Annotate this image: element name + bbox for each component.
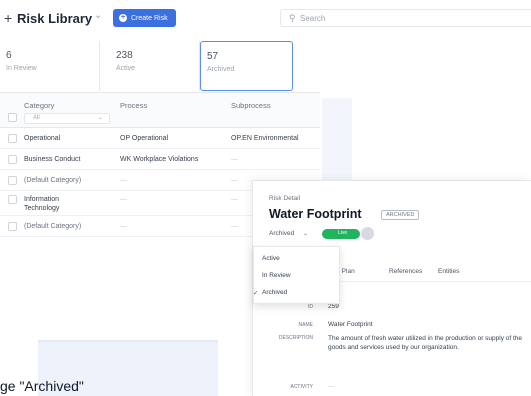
plus-circle-icon: + bbox=[119, 14, 127, 22]
menu-item-archived[interactable]: Archived bbox=[262, 289, 287, 296]
search-input[interactable]: ⚲ Search bbox=[280, 9, 531, 27]
row-checkbox[interactable] bbox=[8, 195, 17, 204]
menu-item-active[interactable]: Active bbox=[262, 255, 280, 262]
cell-subprocess: — bbox=[231, 196, 238, 203]
cell-process: WK Workplace Violations bbox=[120, 156, 199, 163]
category-filter-value: All bbox=[33, 115, 40, 121]
create-risk-button[interactable]: + Create Risk bbox=[113, 9, 176, 27]
archived-label: Archived bbox=[207, 66, 235, 73]
cell-process: — bbox=[120, 223, 127, 230]
background-stripe bbox=[322, 98, 352, 188]
risk-detail-card: Risk Detail Water Footprint ARCHIVED Arc… bbox=[252, 180, 531, 396]
table-row[interactable]: Operational OP Operational OP.EN Environ… bbox=[0, 128, 320, 149]
tab-archived[interactable]: 57 Archived bbox=[200, 41, 293, 91]
description-label: Description bbox=[278, 335, 313, 341]
cell-process: OP Operational bbox=[120, 135, 169, 142]
column-header-process[interactable]: Process bbox=[120, 101, 147, 110]
cell-subprocess: — bbox=[231, 223, 238, 230]
status-badge: ARCHIVED bbox=[381, 210, 420, 220]
search-placeholder: Search bbox=[300, 14, 326, 23]
in-review-label: In Review bbox=[6, 65, 37, 72]
cell-category: Business Conduct bbox=[24, 156, 81, 163]
cell-subprocess: — bbox=[231, 156, 238, 163]
tab-entities[interactable]: Entities bbox=[438, 268, 459, 275]
column-header-subprocess[interactable]: Subprocess bbox=[231, 101, 271, 110]
status-dropdown-menu: Active In Review ✓ Archived bbox=[253, 246, 340, 304]
activity-label: Activity bbox=[290, 384, 313, 390]
tab-in-review[interactable]: 6 In Review bbox=[0, 41, 100, 91]
column-header-category[interactable]: Category bbox=[24, 101, 54, 110]
active-label: Active bbox=[116, 65, 136, 72]
cell-category: Information Technology bbox=[24, 196, 60, 212]
row-checkbox[interactable] bbox=[8, 176, 17, 185]
tab-active[interactable]: 238 Active bbox=[110, 41, 200, 91]
status-select[interactable]: Archived bbox=[269, 230, 294, 242]
check-icon: ✓ bbox=[253, 290, 259, 297]
cell-process: — bbox=[120, 196, 127, 203]
toggle-label: Live bbox=[338, 230, 348, 236]
cell-category: (Default Category) bbox=[24, 177, 82, 184]
risk-title: Water Footprint bbox=[269, 207, 362, 221]
cell-subprocess: — bbox=[231, 177, 238, 184]
archived-count: 57 bbox=[207, 51, 219, 62]
select-all-checkbox[interactable] bbox=[8, 113, 17, 122]
cell-subprocess: OP.EN Environmental bbox=[231, 135, 299, 142]
header: + Risk Library ⌄ + Create Risk ⚲ Search bbox=[0, 0, 531, 38]
name-label: Name bbox=[298, 322, 313, 328]
id-label: ID bbox=[308, 304, 313, 310]
table-row[interactable]: Business Conduct WK Workplace Violations… bbox=[0, 149, 320, 170]
menu-item-in-review[interactable]: In Review bbox=[262, 272, 291, 279]
table-header: Category Process Subprocess All ⌄ bbox=[0, 92, 320, 128]
chevron-down-icon: ⌄ bbox=[97, 115, 103, 121]
row-checkbox[interactable] bbox=[8, 222, 17, 231]
caption-text: ge "Archived" bbox=[0, 378, 84, 394]
plus-icon[interactable]: + bbox=[4, 10, 12, 26]
create-risk-label: Create Risk bbox=[131, 14, 168, 22]
live-toggle[interactable]: Live bbox=[322, 229, 360, 239]
category-filter-select[interactable]: All ⌄ bbox=[24, 113, 110, 124]
description-value: The amount of fresh water utilized in th… bbox=[328, 335, 523, 351]
name-value: Water Footprint bbox=[328, 321, 373, 328]
search-icon: ⚲ bbox=[289, 13, 296, 23]
id-value: 259 bbox=[328, 303, 339, 310]
chevron-down-icon[interactable]: ⌄ bbox=[94, 10, 102, 21]
active-count: 238 bbox=[116, 50, 133, 61]
cell-category: Operational bbox=[24, 135, 61, 142]
cell-process: — bbox=[120, 177, 127, 184]
row-checkbox[interactable] bbox=[8, 155, 17, 164]
page-title: Risk Library bbox=[17, 11, 93, 26]
card-subtitle: Risk Detail bbox=[269, 195, 301, 202]
row-checkbox[interactable] bbox=[8, 134, 17, 143]
in-review-count: 6 bbox=[6, 50, 12, 61]
chevron-down-icon[interactable]: ⌄ bbox=[303, 230, 308, 237]
cell-category: (Default Category) bbox=[24, 223, 82, 230]
activity-value: — bbox=[328, 383, 335, 390]
toggle-knob[interactable] bbox=[361, 227, 374, 240]
tab-references[interactable]: References bbox=[389, 268, 422, 275]
